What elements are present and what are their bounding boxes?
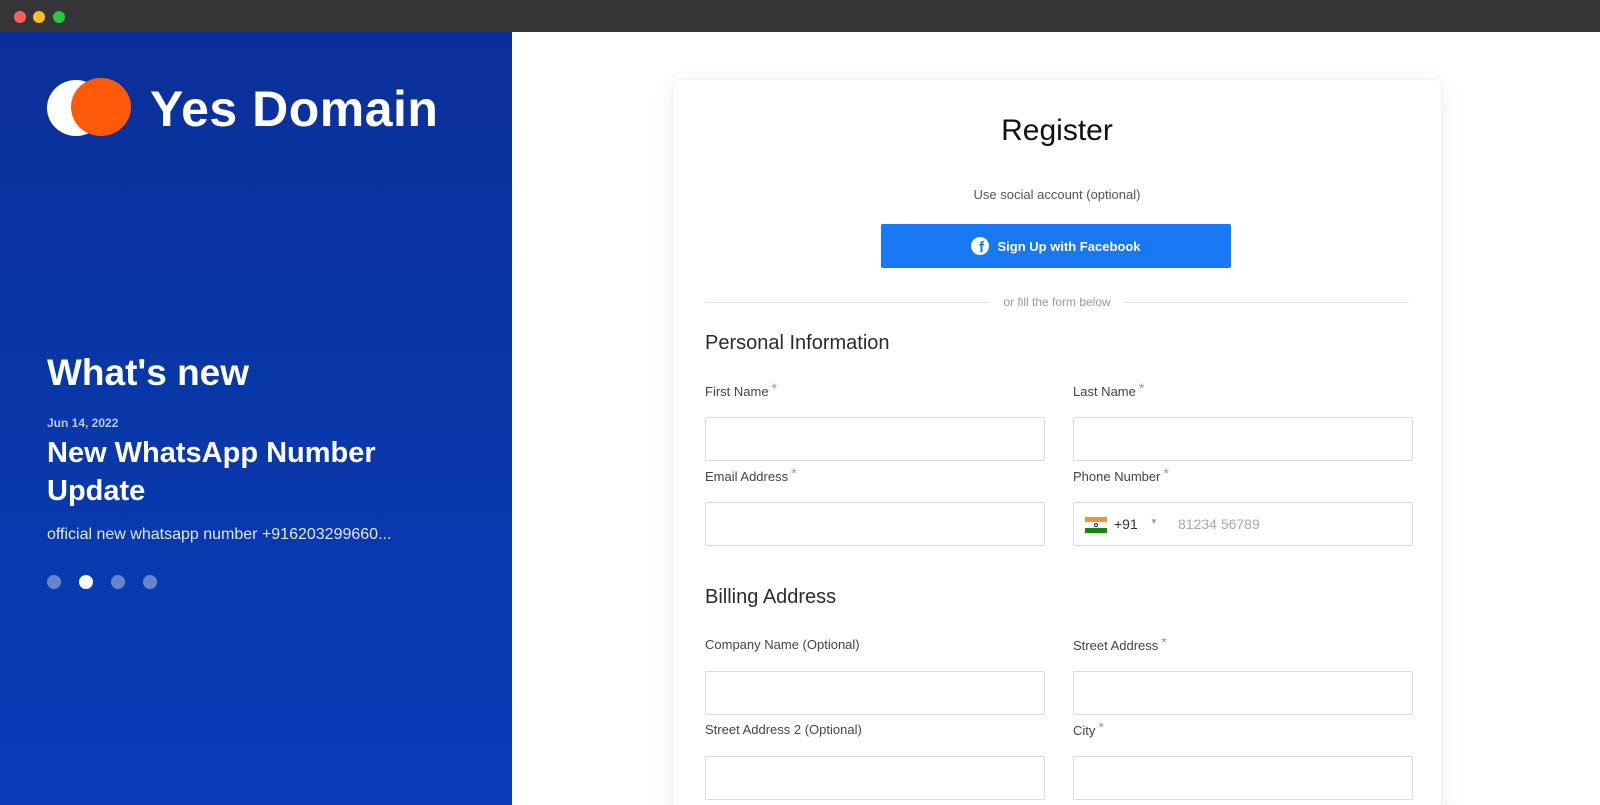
window-titlebar (0, 0, 1600, 32)
carousel-dot-1[interactable] (47, 575, 61, 589)
facebook-signup-label: Sign Up with Facebook (997, 238, 1141, 254)
browser-window: Yes Domain What's new Jun 14, 2022 New W… (0, 0, 1600, 805)
whats-new-heading: What's new (47, 352, 250, 393)
required-mark: * (771, 380, 778, 396)
carousel-dot-2[interactable] (79, 575, 93, 589)
country-dial-code[interactable]: +91 (1114, 516, 1138, 532)
page-title: Register (1001, 114, 1113, 147)
form-divider: or fill the form below (705, 294, 1409, 310)
carousel-dot-3[interactable] (111, 575, 125, 589)
news-excerpt: official new whatsapp number +9162032996… (47, 526, 392, 543)
news-title[interactable]: New WhatsApp Number Update (47, 434, 437, 510)
social-account-caption: Use social account (optional) (973, 187, 1141, 202)
brand-name: Yes Domain (150, 81, 439, 137)
logo-orange-circle-icon (71, 78, 131, 136)
news-date: Jun 14, 2022 (47, 416, 119, 430)
required-mark: * (1098, 719, 1104, 735)
company-name-label: Company Name (Optional) (705, 637, 860, 652)
facebook-icon: f (971, 237, 990, 255)
company-name-input[interactable] (705, 671, 1045, 715)
city-input[interactable] (1073, 756, 1413, 800)
minimize-window-button[interactable] (33, 11, 45, 23)
phone-field: +91 ▼ (1073, 502, 1413, 546)
last-name-input[interactable] (1073, 417, 1413, 461)
carousel-dots (47, 575, 177, 591)
first-name-label: First Name * (705, 380, 778, 399)
news-sidebar: Yes Domain What's new Jun 14, 2022 New W… (0, 32, 512, 805)
last-name-label: Last Name * (1073, 380, 1145, 399)
required-mark: * (1163, 465, 1169, 481)
india-flag-icon[interactable] (1085, 517, 1107, 533)
carousel-dot-4[interactable] (143, 575, 157, 589)
phone-input[interactable] (1166, 504, 1406, 544)
required-mark: * (1138, 380, 1145, 396)
first-name-input[interactable] (705, 417, 1045, 461)
required-mark: * (791, 465, 797, 481)
street-address-2-label: Street Address 2 (Optional) (705, 722, 862, 737)
required-mark: * (1161, 634, 1167, 650)
street-address-input[interactable] (1073, 671, 1413, 715)
caret-down-icon[interactable]: ▼ (1150, 517, 1158, 526)
email-input[interactable] (705, 502, 1045, 546)
register-card: Register Use social account (optional) f… (673, 80, 1441, 805)
close-window-button[interactable] (14, 11, 26, 23)
brand-logo[interactable]: Yes Domain (47, 78, 467, 138)
city-label: City * (1073, 719, 1104, 738)
phone-label: Phone Number * (1073, 465, 1169, 484)
email-label: Email Address * (705, 465, 797, 484)
facebook-signup-button[interactable]: f Sign Up with Facebook (881, 224, 1231, 268)
billing-address-heading: Billing Address (705, 586, 837, 608)
maximize-window-button[interactable] (53, 11, 65, 23)
personal-info-heading: Personal Information (705, 332, 890, 354)
street-address-2-input[interactable] (705, 756, 1045, 800)
street-address-label: Street Address * (1073, 634, 1167, 653)
